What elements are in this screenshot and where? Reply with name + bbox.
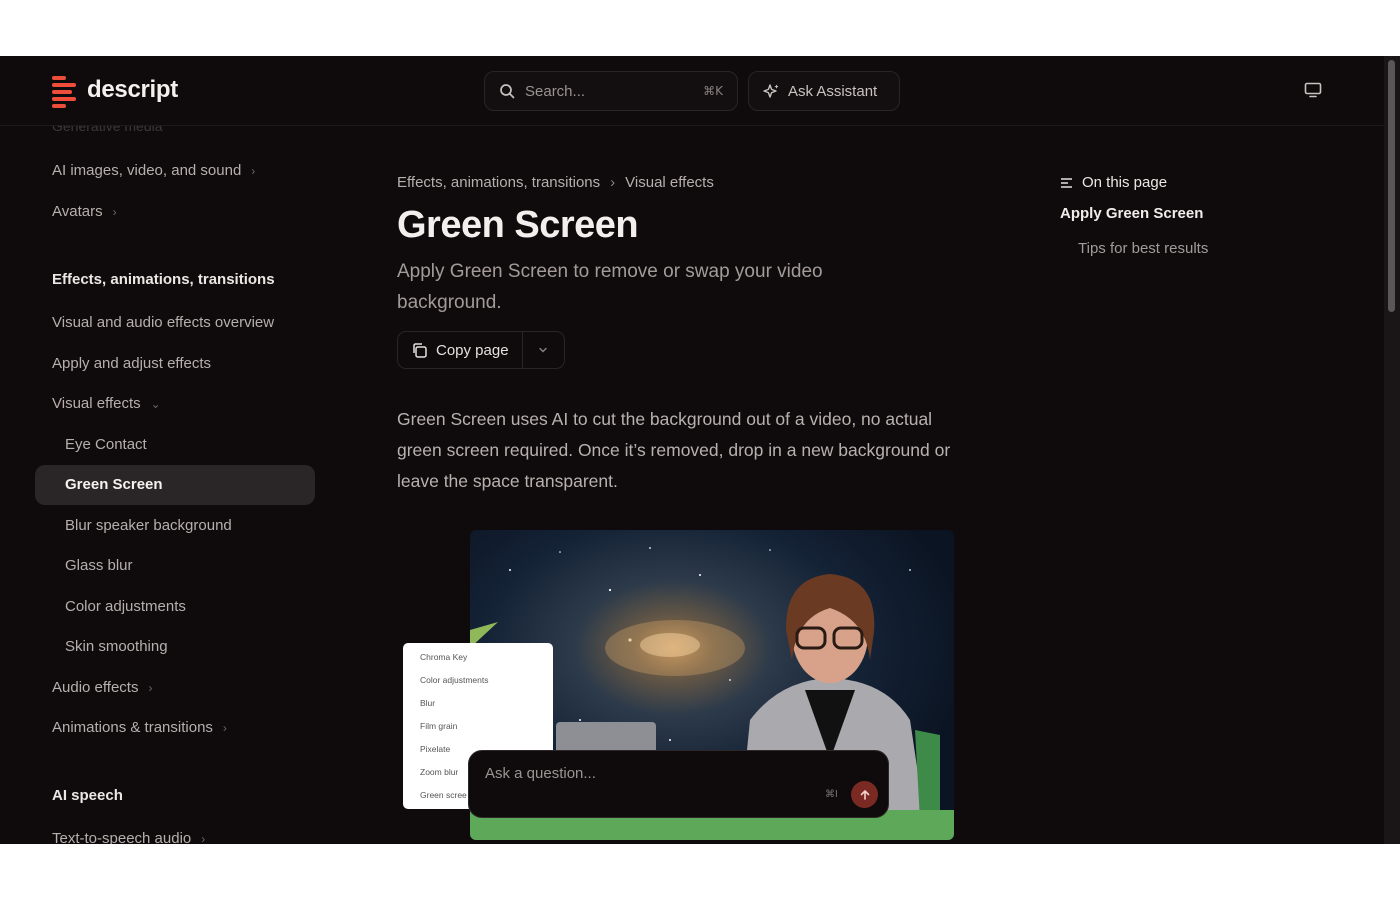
- sidebar-item-label: Text-to-speech audio: [52, 830, 192, 844]
- ask-question-input[interactable]: Ask a question...: [485, 765, 596, 782]
- body-paragraph: Green Screen uses AI to cut the backgrou…: [397, 409, 951, 491]
- list-icon: [1061, 177, 1072, 188]
- sidebar-item-label: Animations & transitions: [52, 719, 213, 736]
- ask-assistant-label: Ask Assistant: [788, 82, 878, 100]
- search-input[interactable]: Search... ⌘K: [484, 71, 738, 111]
- sidebar-item-apply-adjust-effects[interactable]: Apply and adjust effects: [52, 355, 211, 372]
- sidebar-item-skin-smoothing[interactable]: Skin smoothing: [65, 638, 168, 655]
- sidebar-section-label: AI speech: [52, 787, 123, 804]
- arrow-up-icon: [860, 789, 869, 800]
- search-shortcut: ⌘K: [703, 84, 723, 98]
- sidebar-item-color-adjustments[interactable]: Color adjustments: [65, 598, 186, 615]
- scrollbar-thumb[interactable]: [1388, 60, 1395, 312]
- sidebar-item-text-to-speech[interactable]: Text-to-speech audio ›: [52, 830, 205, 844]
- sidebar-nav: Generative media AI images, video, and s…: [0, 126, 330, 844]
- search-placeholder: Search...: [525, 82, 586, 100]
- chevron-right-icon: ›: [222, 720, 227, 735]
- sidebar-item-animations-transitions[interactable]: Animations & transitions ›: [52, 719, 227, 736]
- brand-name: descript: [87, 76, 178, 103]
- sidebar-item-label: Avatars: [52, 203, 103, 220]
- sidebar-item-label: AI images, video, and sound: [52, 162, 242, 179]
- logo[interactable]: descript: [52, 74, 178, 108]
- sidebar-item-label: Visual and audio effects overview: [52, 314, 275, 331]
- sidebar-item-label: Color adjustments: [65, 598, 186, 615]
- effects-menu-item[interactable]: Chroma Key: [420, 649, 553, 672]
- sidebar-item-eye-contact[interactable]: Eye Contact: [65, 436, 147, 453]
- copy-page-button[interactable]: Copy page: [398, 332, 523, 368]
- sidebar-faded-item[interactable]: Generative media: [52, 126, 163, 134]
- page-title: Green Screen: [397, 204, 639, 246]
- sidebar-item-label: Visual effects: [52, 395, 141, 412]
- chevron-right-icon: ›: [201, 831, 206, 845]
- sidebar-item-label: Audio effects: [52, 679, 139, 696]
- ask-shortcut: ⌘I: [825, 789, 838, 800]
- send-button[interactable]: [851, 781, 878, 808]
- sidebar-item-label: Glass blur: [65, 557, 133, 574]
- sidebar-item-effects-overview[interactable]: Visual and audio effects overview: [52, 314, 274, 331]
- sidebar-item-avatars[interactable]: Avatars ›: [52, 203, 117, 220]
- toc-heading-label: On this page: [1082, 174, 1168, 191]
- toc-item-apply-green-screen[interactable]: Apply Green Screen: [1060, 205, 1203, 222]
- chevron-down-icon: ⌄: [150, 396, 161, 411]
- app-window: descript Search... ⌘K Ask Assistant Gene…: [0, 56, 1400, 844]
- sidebar-section-effects: Effects, animations, transitions: [52, 271, 275, 288]
- main-content: Effects, animations, transitions › Visua…: [397, 126, 967, 844]
- chevron-down-icon: [539, 347, 547, 353]
- chevron-right-icon: ›: [610, 174, 616, 191]
- ask-question-box[interactable]: Ask a question... ⌘I: [468, 750, 889, 818]
- effects-menu-item[interactable]: Color adjustments: [420, 672, 553, 695]
- chevron-right-icon: ›: [112, 204, 117, 219]
- chevron-right-icon: ›: [148, 680, 153, 695]
- search-icon: [500, 84, 515, 99]
- sidebar-item-audio-effects[interactable]: Audio effects ›: [52, 679, 152, 696]
- display-mode-icon[interactable]: [1304, 82, 1322, 103]
- breadcrumb: Effects, animations, transitions › Visua…: [397, 174, 714, 191]
- copy-icon: [413, 342, 427, 358]
- sidebar-item-visual-effects[interactable]: Visual effects ⌄: [52, 395, 161, 412]
- sidebar-item-label: Green Screen: [65, 476, 163, 493]
- toc-item-tips[interactable]: Tips for best results: [1078, 240, 1208, 257]
- breadcrumb-item[interactable]: Visual effects: [625, 174, 714, 191]
- effects-menu-item[interactable]: Blur: [420, 695, 553, 718]
- ask-assistant-button[interactable]: Ask Assistant: [748, 71, 900, 111]
- sidebar-item-glass-blur[interactable]: Glass blur: [65, 557, 133, 574]
- sidebar-item-green-screen[interactable]: Green Screen: [65, 476, 163, 493]
- page-subtitle: Apply Green Screen to remove or swap you…: [397, 261, 823, 313]
- copy-page-control: Copy page: [397, 331, 565, 369]
- copy-options-dropdown[interactable]: [523, 344, 564, 356]
- sidebar-item-blur-speaker-background[interactable]: Blur speaker background: [65, 517, 232, 534]
- sidebar-item-label: Skin smoothing: [65, 638, 168, 655]
- sparkle-icon: [763, 83, 779, 98]
- breadcrumb-item[interactable]: Effects, animations, transitions: [397, 174, 600, 191]
- effects-menu-item[interactable]: Film grain: [420, 718, 553, 741]
- copy-page-label: Copy page: [436, 341, 509, 359]
- top-header: descript Search... ⌘K Ask Assistant: [0, 56, 1384, 126]
- descript-logo-icon: [52, 74, 79, 108]
- toc-heading: On this page: [1060, 174, 1167, 191]
- sidebar-section-label: Effects, animations, transitions: [52, 271, 275, 288]
- sidebar-item-ai-images[interactable]: AI images, video, and sound ›: [52, 162, 255, 179]
- sidebar-item-label: Eye Contact: [65, 436, 147, 453]
- sidebar-item-label: Apply and adjust effects: [52, 355, 211, 372]
- chevron-right-icon: ›: [251, 163, 256, 178]
- sidebar-item-label: Blur speaker background: [65, 517, 232, 534]
- sidebar-section-ai-speech: AI speech: [52, 787, 123, 804]
